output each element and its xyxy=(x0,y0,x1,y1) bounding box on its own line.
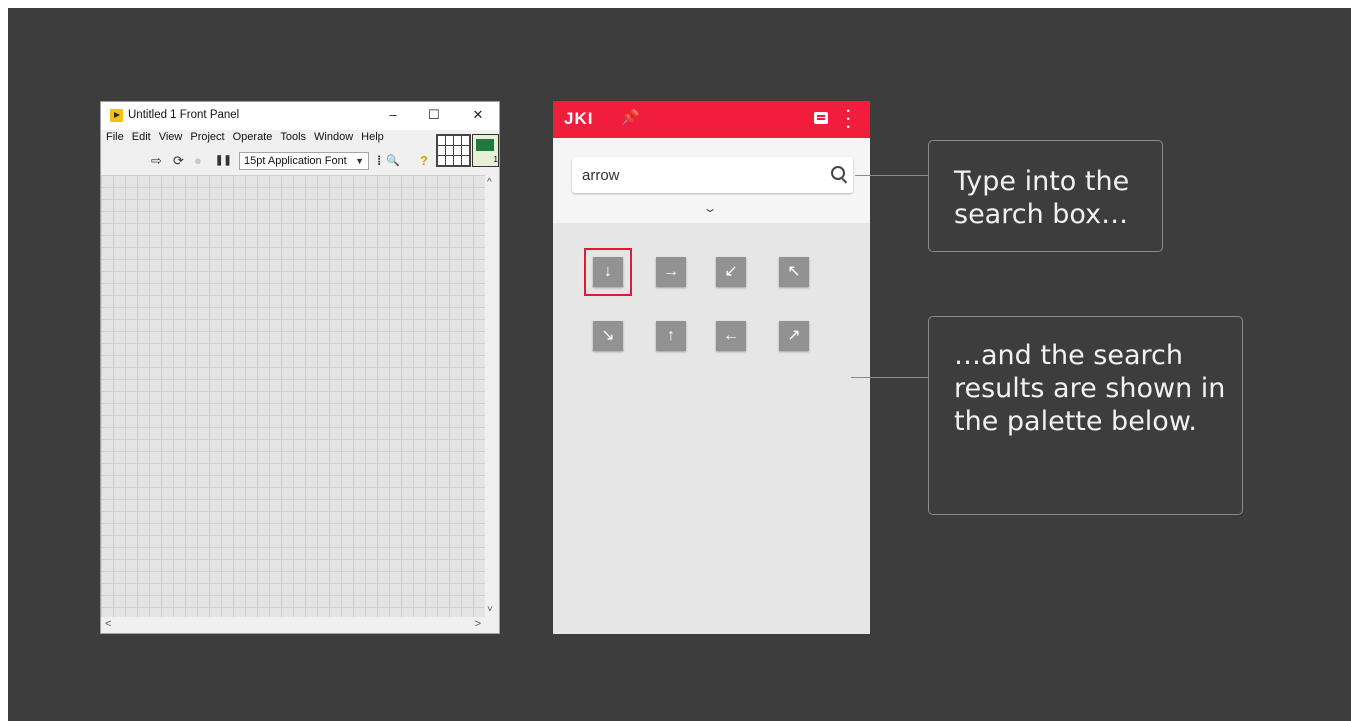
vi-icon[interactable]: 1 xyxy=(472,134,499,167)
chevron-down-icon[interactable]: ⌄ xyxy=(702,201,717,215)
jki-palette: JKI 📌 ··· ⌄ ↓ → ↙ ↖ ↘ ↑ ← ↗ xyxy=(553,101,870,634)
search-icon[interactable] xyxy=(831,166,845,180)
scroll-right-icon[interactable]: > xyxy=(475,618,481,630)
callout-connector-line xyxy=(851,377,928,378)
labview-logo-icon xyxy=(110,109,123,122)
window-title: Untitled 1 Front Panel xyxy=(128,109,240,121)
title-bar: Untitled 1 Front Panel – ☐ ✕ xyxy=(101,102,499,130)
close-button[interactable]: ✕ xyxy=(467,106,489,124)
jki-logo: JKI xyxy=(564,109,594,128)
result-arrow-up-left[interactable]: ↖ xyxy=(779,257,809,287)
maximize-button[interactable]: ☐ xyxy=(423,106,445,124)
menu-bar: File Edit View Project Operate Tools Window Hel… xyxy=(101,131,431,149)
search-box[interactable] xyxy=(572,157,853,193)
search-area: ⌄ xyxy=(553,138,870,223)
connector-pane-icon[interactable] xyxy=(436,134,471,167)
scroll-up-icon[interactable]: ^ xyxy=(487,177,492,188)
vertical-scrollbar[interactable]: ^ ˅ xyxy=(485,175,499,617)
menu-tools[interactable]: Tools xyxy=(280,131,306,143)
labview-front-panel-window: Untitled 1 Front Panel – ☐ ✕ File Edit Vie… xyxy=(100,101,500,634)
result-arrow-left[interactable]: ← xyxy=(716,321,746,351)
menu-project[interactable]: Project xyxy=(190,131,224,143)
pause-icon[interactable]: ❚❚ xyxy=(215,153,232,169)
callout-search: Type into the search box… xyxy=(928,140,1163,252)
more-menu-icon[interactable]: · · · xyxy=(846,104,851,136)
menu-operate[interactable]: Operate xyxy=(233,131,273,143)
callout-results: …and the search results are shown in the… xyxy=(928,316,1243,515)
front-panel-canvas[interactable] xyxy=(101,175,487,617)
menu-help[interactable]: Help xyxy=(361,131,384,143)
vi-icon-terminal: 1 xyxy=(493,155,498,164)
run-continuously-icon[interactable]: ⟳ xyxy=(173,153,184,169)
abort-icon[interactable]: ● xyxy=(194,153,202,169)
menu-view[interactable]: View xyxy=(159,131,183,143)
menu-file[interactable]: File xyxy=(106,131,124,143)
menu-window[interactable]: Window xyxy=(314,131,353,143)
result-arrow-up[interactable]: ↑ xyxy=(656,321,686,351)
result-arrow-right[interactable]: → xyxy=(656,257,686,287)
pin-icon[interactable]: 📌 xyxy=(621,108,640,126)
callout-connector-line xyxy=(855,175,928,176)
menu-edit[interactable]: Edit xyxy=(132,131,151,143)
result-arrow-down[interactable]: ↓ xyxy=(593,257,623,287)
minimize-button[interactable]: – xyxy=(382,106,404,124)
chevron-down-icon: ▼ xyxy=(355,156,364,166)
run-icon[interactable]: ⇨ xyxy=(151,153,162,169)
result-arrow-down-left[interactable]: ↙ xyxy=(716,257,746,287)
feedback-icon[interactable] xyxy=(814,112,828,124)
font-dropdown-value: 15pt Application Font xyxy=(244,155,347,167)
scroll-left-icon[interactable]: < xyxy=(105,618,111,630)
zoom-icon[interactable]: 🔍 xyxy=(386,153,400,169)
result-arrow-down-right[interactable]: ↘ xyxy=(593,321,623,351)
align-icon[interactable]: ⁞ xyxy=(377,153,381,169)
search-input[interactable] xyxy=(582,165,812,185)
result-arrow-up-right[interactable]: ↗ xyxy=(779,321,809,351)
scroll-down-icon[interactable]: ˅ xyxy=(487,604,493,615)
help-icon[interactable]: ? xyxy=(420,153,428,169)
palette-header: JKI 📌 · · · xyxy=(553,101,870,138)
font-dropdown[interactable]: 15pt Application Font ▼ xyxy=(239,152,369,170)
horizontal-scrollbar[interactable]: < > xyxy=(101,617,487,633)
